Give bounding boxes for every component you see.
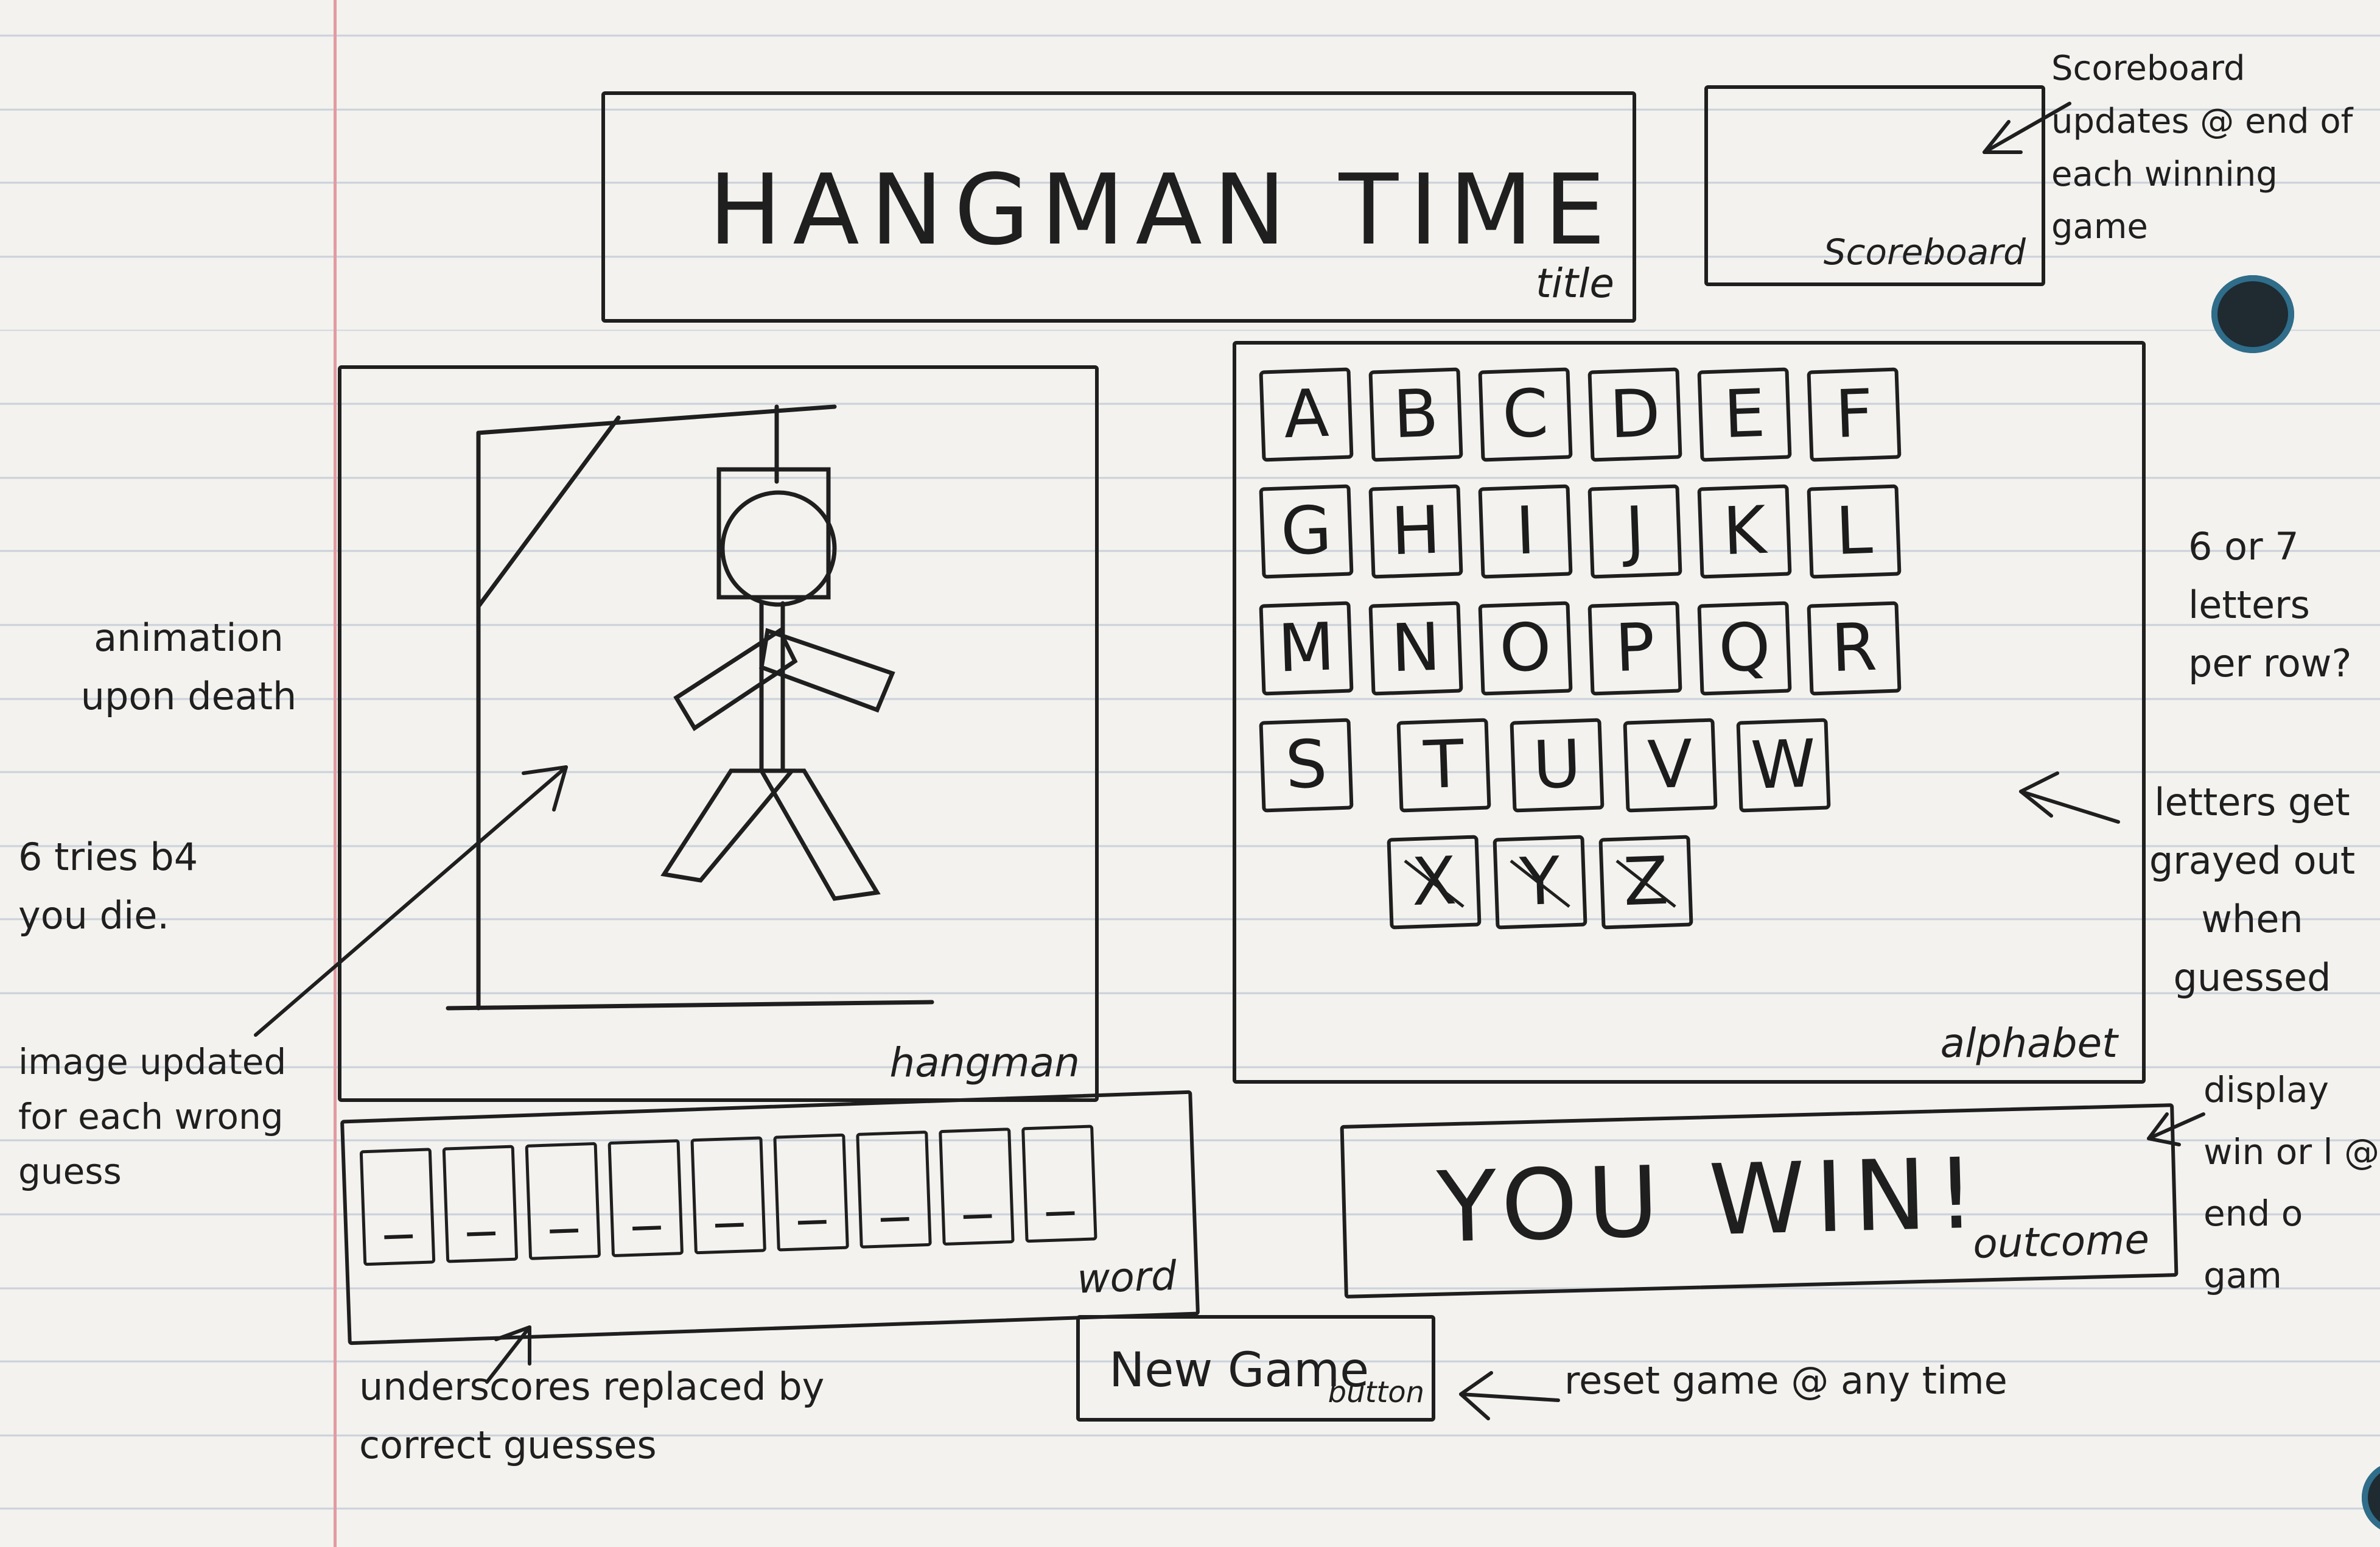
animation-note: animation upon death — [80, 616, 297, 719]
word-slot: _ — [773, 1133, 849, 1252]
title-box: HANGMAN TIME title — [601, 91, 1636, 323]
tries-note: 6 tries b4 you die. — [18, 835, 198, 938]
word-slot: _ — [690, 1136, 766, 1255]
gallows-brace — [476, 415, 621, 609]
word-panel: _ _ _ _ _ _ _ _ _ word — [340, 1090, 1200, 1345]
letter-button-o[interactable]: O — [1478, 601, 1573, 696]
letter-button-j[interactable]: J — [1587, 484, 1682, 579]
letter-row: G H I J K L — [1259, 484, 2125, 579]
letter-button-q[interactable]: Q — [1697, 601, 1792, 696]
scoreboard-label: Scoreboard — [1823, 231, 2026, 273]
word-slot: _ — [607, 1139, 684, 1258]
scoreboard-note: Scoreboard updates @ end of each winning… — [2051, 49, 2353, 247]
letter-button-w[interactable]: W — [1736, 718, 1831, 813]
letter-button-z[interactable]: Z — [1598, 835, 1693, 930]
letter-button-t[interactable]: T — [1396, 718, 1491, 813]
word-label: word — [1076, 1252, 1178, 1303]
outcome-message: YOU WIN! — [1435, 1136, 1987, 1265]
scoreboard: Scoreboard — [1704, 85, 2045, 286]
page-title: HANGMAN TIME — [709, 153, 1617, 267]
letter-row: S T U V W — [1259, 718, 2125, 813]
letter-button-r[interactable]: R — [1807, 601, 1902, 696]
letter-button-e[interactable]: E — [1697, 367, 1792, 462]
letter-row: X Y Z — [1387, 835, 2125, 930]
letter-button-k[interactable]: K — [1697, 484, 1792, 579]
hangman-label: hangman — [889, 1039, 1080, 1086]
head-frame — [716, 467, 831, 600]
letter-button-v[interactable]: V — [1623, 718, 1718, 813]
letter-button-h[interactable]: H — [1368, 484, 1463, 579]
alphabet-label: alphabet — [1940, 1020, 2118, 1067]
word-slot: _ — [442, 1145, 519, 1263]
letter-grid: A B C D E F G H I J K L M N O P Q R S T … — [1259, 367, 2125, 953]
hangman-right-leg — [757, 768, 881, 901]
outcome-panel: YOU WIN! outcome — [1340, 1103, 2179, 1299]
title-label: title — [1535, 260, 1614, 307]
grayed-out-note: letters get grayed out when guessed — [2149, 780, 2356, 1000]
outcome-label: outcome — [1972, 1216, 2150, 1268]
outcome-note: display win or l @ end o gam — [2203, 1069, 2380, 1296]
word-slot: _ — [856, 1130, 932, 1249]
word-slot: _ — [1021, 1124, 1097, 1243]
image-note: image updated for each wrong guess — [18, 1041, 287, 1192]
word-slot: _ — [359, 1148, 436, 1266]
letter-button-x[interactable]: X — [1387, 835, 1482, 930]
word-slots: _ _ _ _ _ _ _ _ _ — [359, 1124, 1097, 1266]
per-row-note: 6 or 7 letters per row? — [2188, 524, 2352, 686]
hangman-head — [720, 490, 837, 607]
gallows-base — [446, 1000, 934, 1011]
punch-hole — [2211, 275, 2294, 353]
hangman-drawing — [446, 404, 934, 1011]
hangman-panel: hangman — [338, 365, 1099, 1102]
alphabet-panel: A B C D E F G H I J K L M N O P Q R S T … — [1233, 341, 2146, 1084]
letter-button-u[interactable]: U — [1510, 718, 1605, 813]
letter-button-y[interactable]: Y — [1493, 835, 1587, 930]
letter-button-g[interactable]: G — [1259, 484, 1354, 579]
letter-button-m[interactable]: M — [1259, 601, 1354, 696]
underscores-note: underscores replaced by correct guesses — [359, 1364, 825, 1468]
letter-button-p[interactable]: P — [1587, 601, 1682, 696]
letter-button-d[interactable]: D — [1587, 367, 1682, 462]
letter-button-n[interactable]: N — [1368, 601, 1463, 696]
letter-button-i[interactable]: I — [1478, 484, 1573, 579]
gallows-beam — [476, 404, 837, 435]
hangman-left-arm — [673, 627, 798, 731]
letter-row: M N O P Q R — [1259, 601, 2125, 696]
new-game-button[interactable]: New Game button — [1076, 1315, 1435, 1422]
letter-row: A B C D E F — [1259, 367, 2125, 462]
word-slot: _ — [939, 1128, 1015, 1246]
letter-button-c[interactable]: C — [1478, 367, 1573, 462]
letter-button-b[interactable]: B — [1368, 367, 1463, 462]
word-slot: _ — [525, 1142, 601, 1260]
margin-line — [334, 0, 337, 1547]
letter-button-a[interactable]: A — [1259, 367, 1354, 462]
button-label: button — [1328, 1375, 1424, 1409]
letter-button-s[interactable]: S — [1259, 718, 1354, 813]
letter-button-l[interactable]: L — [1807, 484, 1902, 579]
letter-button-f[interactable]: F — [1807, 367, 1902, 462]
reset-note: reset game @ any time — [1564, 1358, 2007, 1403]
